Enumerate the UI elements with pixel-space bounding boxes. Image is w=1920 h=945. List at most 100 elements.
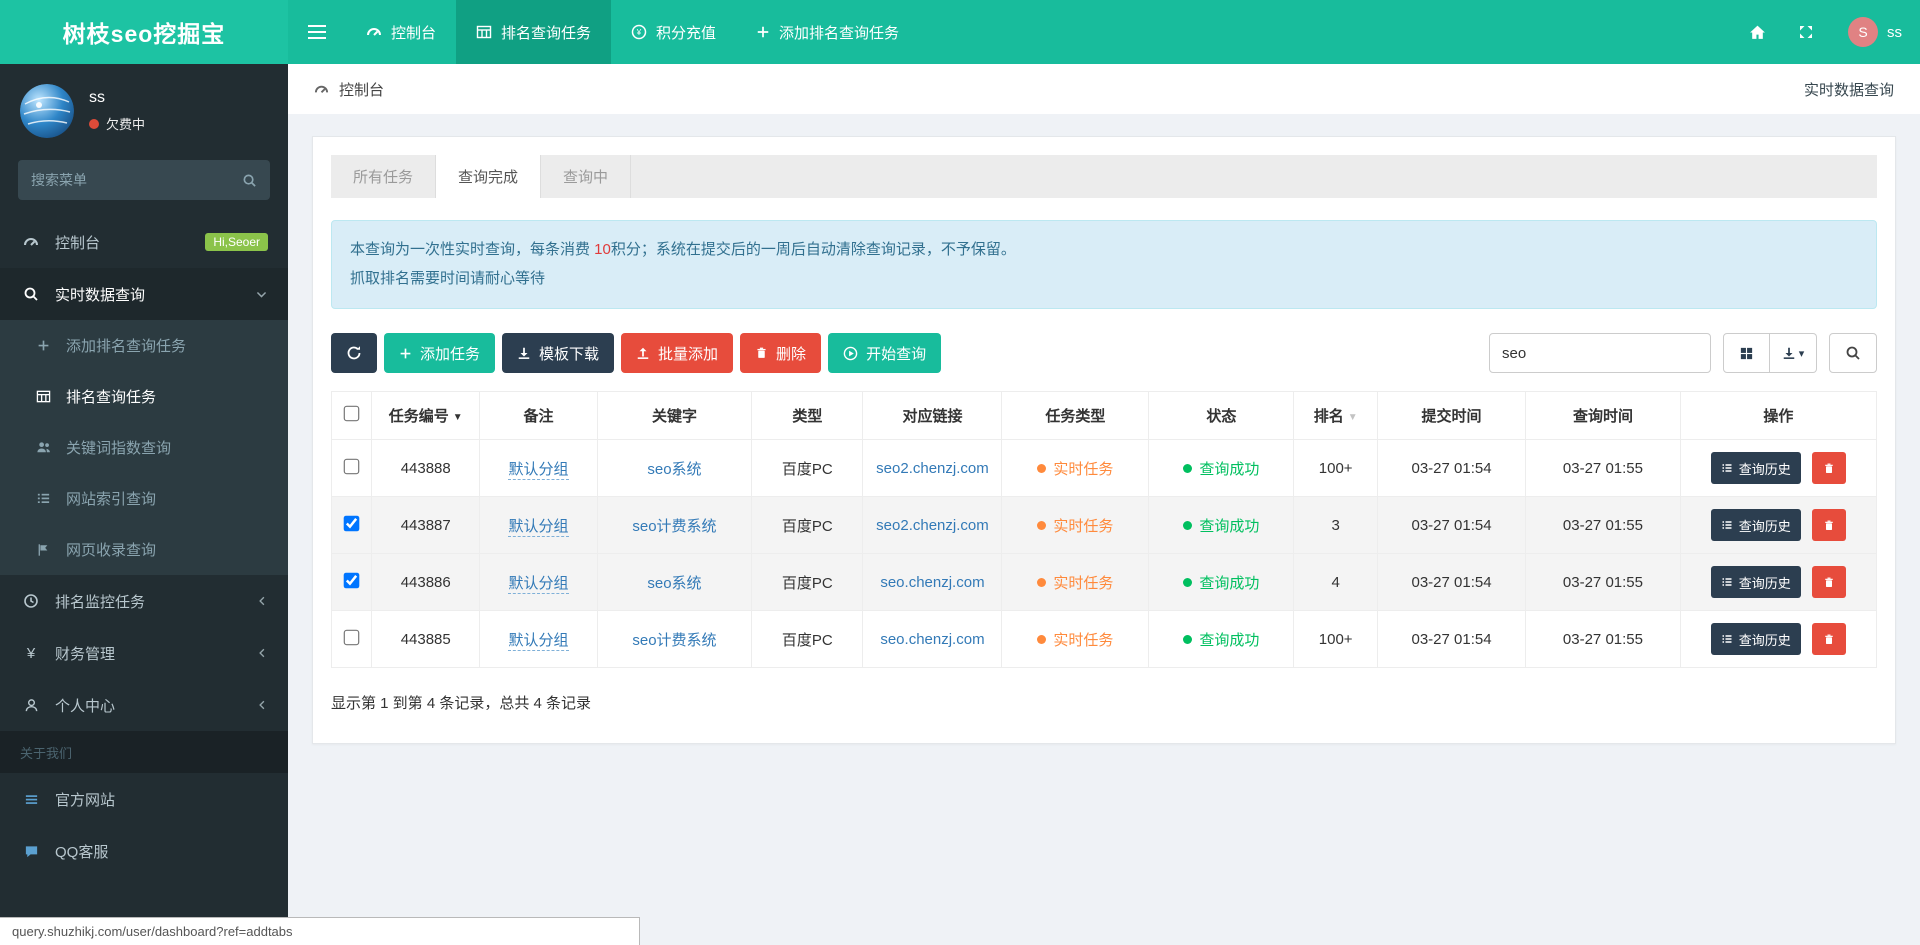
task-tabs: 所有任务 查询完成 查询中 — [331, 155, 1877, 198]
cell-type: 百度PC — [752, 554, 863, 611]
orange-dot-icon — [1037, 578, 1046, 587]
row-checkbox[interactable] — [344, 629, 360, 645]
group-link[interactable]: 默认分组 — [508, 461, 568, 480]
nav-rank-query-tasks[interactable]: 排名查询任务 — [456, 0, 611, 64]
template-download-button[interactable]: 模板下载 — [502, 333, 614, 373]
cell-query-time: 03-27 01:55 — [1526, 611, 1681, 668]
chevron-left-icon — [256, 595, 268, 607]
target-link[interactable]: seo.chenzj.com — [880, 631, 984, 648]
keyword-link[interactable]: seo计费系统 — [632, 518, 716, 535]
sidebar-item-rank-query-tasks[interactable]: 排名查询任务 — [0, 371, 288, 422]
orange-dot-icon — [1037, 521, 1046, 530]
sidebar-search-input[interactable] — [31, 172, 242, 188]
add-task-button[interactable]: 添加任务 — [384, 333, 495, 373]
delete-row-button[interactable] — [1812, 566, 1846, 598]
keyword-link[interactable]: seo系统 — [647, 461, 701, 478]
target-link[interactable]: seo2.chenzj.com — [876, 517, 989, 534]
refresh-icon — [346, 345, 362, 361]
search-icon[interactable] — [242, 173, 257, 188]
nav-dashboard[interactable]: 控制台 — [346, 0, 456, 64]
nav-add-rank-task[interactable]: 添加排名查询任务 — [736, 0, 919, 64]
tab-querying[interactable]: 查询中 — [541, 155, 631, 198]
query-history-button[interactable]: 查询历史 — [1711, 452, 1801, 484]
sidebar-item-add-rank-task[interactable]: 添加排名查询任务 — [0, 320, 288, 371]
delete-row-button[interactable] — [1812, 623, 1846, 655]
row-checkbox[interactable] — [344, 515, 360, 531]
table-row: 443888 默认分组 seo系统 百度PC seo2.chenzj.com 实… — [332, 440, 1877, 497]
group-link[interactable]: 默认分组 — [508, 518, 568, 537]
sidebar: ss 欠费中 控制台 Hi,Seoer 实时数据查询 添加排名查询任务 — [0, 64, 288, 945]
greeting-badge: Hi,Seoer — [205, 233, 268, 251]
sidebar-menu: 控制台 Hi,Seoer 实时数据查询 添加排名查询任务 排名查询任务 关键词指… — [0, 216, 288, 877]
query-history-button[interactable]: 查询历史 — [1711, 566, 1801, 598]
sidebar-item-official-site[interactable]: 官方网站 — [0, 773, 288, 825]
trash-icon — [755, 346, 768, 360]
col-submit-time: 提交时间 — [1377, 392, 1525, 440]
refresh-button[interactable] — [331, 333, 377, 373]
col-link: 对应链接 — [863, 392, 1002, 440]
query-history-button[interactable]: 查询历史 — [1711, 623, 1801, 655]
batch-add-button[interactable]: 批量添加 — [621, 333, 733, 373]
table-search-input[interactable] — [1489, 333, 1711, 373]
row-checkbox[interactable] — [344, 572, 360, 588]
keyword-link[interactable]: seo系统 — [647, 575, 701, 592]
delete-button[interactable]: 删除 — [740, 333, 821, 373]
sidebar-item-rank-monitor[interactable]: 排名监控任务 — [0, 575, 288, 627]
upload-icon — [636, 346, 650, 360]
row-checkbox[interactable] — [344, 458, 360, 474]
sidebar-item-site-index[interactable]: 网站索引查询 — [0, 473, 288, 524]
trash-icon — [1823, 633, 1835, 646]
col-actions: 操作 — [1680, 392, 1876, 440]
delete-row-button[interactable] — [1812, 509, 1846, 541]
col-rank[interactable]: 排名▼ — [1294, 392, 1377, 440]
delete-row-button[interactable] — [1812, 452, 1846, 484]
gauge-icon — [314, 82, 329, 97]
svg-text:¥: ¥ — [636, 28, 642, 37]
sidebar-toggle-button[interactable] — [288, 0, 346, 64]
sidebar-item-finance[interactable]: ¥ 财务管理 — [0, 627, 288, 679]
col-task-id[interactable]: 任务编号▼ — [372, 392, 480, 440]
target-link[interactable]: seo.chenzj.com — [880, 574, 984, 591]
sidebar-item-keyword-index[interactable]: 关键词指数查询 — [0, 422, 288, 473]
table-row: 443885 默认分组 seo计费系统 百度PC seo.chenzj.com … — [332, 611, 1877, 668]
status-url: query.shuzhikj.com/user/dashboard?ref=ad… — [0, 917, 640, 945]
sort-desc-icon: ▼ — [453, 412, 463, 423]
cell-task-id: 443886 — [372, 554, 480, 611]
cell-actions: 查询历史 — [1680, 497, 1876, 554]
content: 所有任务 查询完成 查询中 本查询为一次性实时查询，每条消费 10积分；系统在提… — [288, 114, 1920, 766]
search-button[interactable] — [1829, 333, 1877, 373]
sidebar-item-profile[interactable]: 个人中心 — [0, 679, 288, 731]
tab-query-completed[interactable]: 查询完成 — [436, 155, 541, 198]
keyword-link[interactable]: seo计费系统 — [632, 632, 716, 649]
trash-icon — [1823, 462, 1835, 475]
home-button[interactable] — [1733, 0, 1782, 64]
cell-task-type: 实时任务 — [1002, 611, 1149, 668]
sidebar-item-dashboard[interactable]: 控制台 Hi,Seoer — [0, 216, 288, 268]
start-query-button[interactable]: 开始查询 — [828, 333, 941, 373]
toolbar-right: ▾ — [1489, 333, 1877, 373]
app-logo[interactable]: 树枝seo挖掘宝 — [0, 0, 288, 64]
select-all-checkbox[interactable] — [344, 406, 360, 422]
coin-icon: ¥ — [631, 24, 647, 40]
columns-button[interactable] — [1723, 333, 1770, 373]
fullscreen-button[interactable] — [1782, 0, 1830, 64]
cell-status: 查询成功 — [1149, 611, 1294, 668]
export-button[interactable]: ▾ — [1770, 333, 1817, 373]
sidebar-item-realtime-data[interactable]: 实时数据查询 — [0, 268, 288, 320]
group-link[interactable]: 默认分组 — [508, 632, 568, 651]
columns-icon — [1739, 346, 1754, 361]
group-link[interactable]: 默认分组 — [508, 575, 568, 594]
sidebar-item-page-include[interactable]: 网页收录查询 — [0, 524, 288, 575]
gauge-icon — [20, 234, 42, 250]
flag-icon — [32, 543, 54, 557]
cell-rank: 3 — [1294, 497, 1377, 554]
target-link[interactable]: seo2.chenzj.com — [876, 460, 989, 477]
user-menu[interactable]: S ss — [1830, 0, 1920, 64]
query-history-button[interactable]: 查询历史 — [1711, 509, 1801, 541]
tab-all-tasks[interactable]: 所有任务 — [331, 155, 436, 198]
breadcrumb: 控制台 实时数据查询 — [288, 64, 1920, 114]
nav-points-recharge[interactable]: ¥ 积分充值 — [611, 0, 736, 64]
table-row: 443887 默认分组 seo计费系统 百度PC seo2.chenzj.com… — [332, 497, 1877, 554]
topbar: 树枝seo挖掘宝 控制台 排名查询任务 ¥ 积分充值 添加排名查询任务 S — [0, 0, 1920, 64]
sidebar-item-qq-service[interactable]: QQ客服 — [0, 825, 288, 877]
